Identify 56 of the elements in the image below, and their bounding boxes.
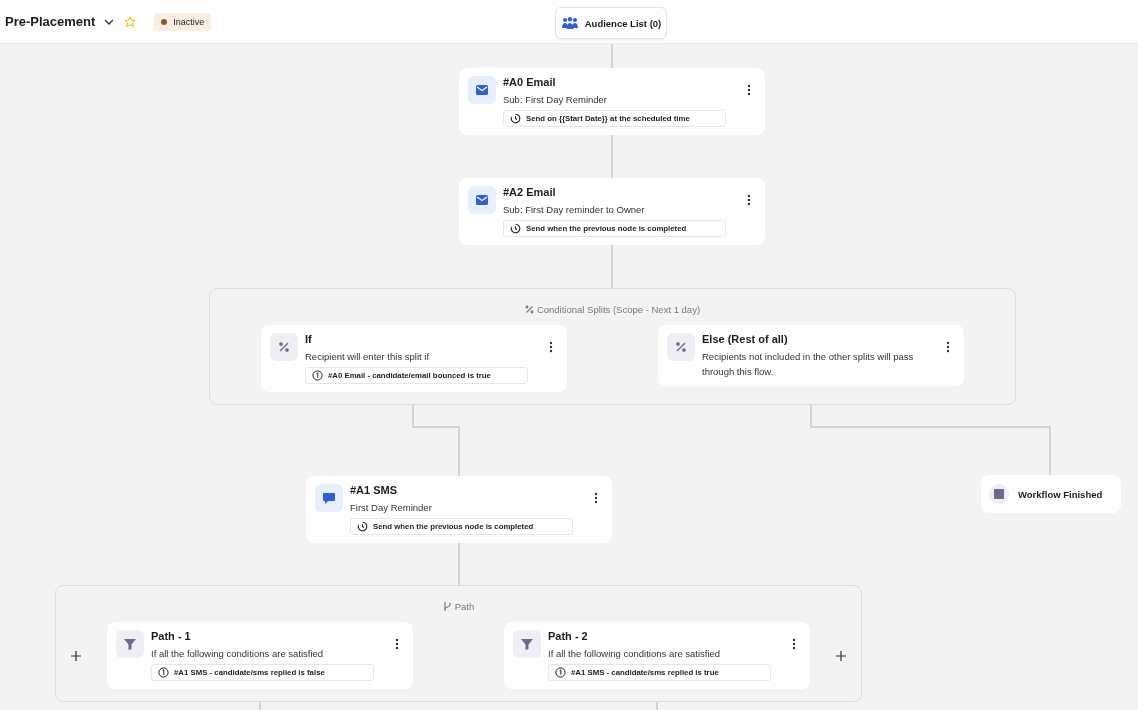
workflow-title: Pre-Placement [5, 14, 96, 29]
node-subtitle: If all the following conditions are satisfied [151, 647, 325, 661]
people-icon [560, 16, 579, 30]
node-title: Path - 1 [151, 630, 192, 643]
numbered-circle-icon [158, 667, 169, 678]
timer-icon [510, 113, 521, 124]
branch-icon [442, 600, 452, 612]
node-title: If [305, 333, 313, 346]
node-title: Workflow Finished [1018, 488, 1103, 500]
funnel-icon [520, 637, 534, 651]
timer-icon [510, 223, 521, 234]
node-title: Else (Rest of all) [702, 333, 789, 346]
funnel-icon [123, 637, 137, 651]
more-options-icon[interactable] [946, 341, 950, 353]
add-icon[interactable] [836, 650, 846, 661]
group-title: Path [454, 600, 475, 612]
connector-line [458, 542, 460, 586]
add-icon[interactable] [71, 650, 81, 661]
node-subtitle: If all the following conditions are satisfied [548, 647, 722, 661]
chat-bubble-icon [322, 491, 336, 505]
node-title: #A2 Email [503, 186, 557, 199]
percent-icon [278, 341, 290, 353]
connector-line [656, 701, 658, 710]
percent-icon [524, 304, 534, 314]
connector-line [611, 44, 613, 69]
star-icon[interactable] [124, 15, 137, 28]
node-title: #A1 SMS [350, 484, 399, 497]
node-card[interactable]: Else (Rest of all) Recipients not included in the other splits will pass through this flow. [658, 325, 964, 386]
workflow-finished-node[interactable]: Workflow Finished [981, 475, 1121, 513]
node-subtitle: First Day Reminder [350, 501, 433, 515]
node-subtitle: Sub: First Day reminder to Owner [503, 203, 646, 217]
stop-square-icon [994, 489, 1004, 499]
node-title: Path - 2 [548, 630, 589, 643]
numbered-circle-icon [555, 667, 566, 678]
connector-line [611, 134, 613, 179]
audience-list-button[interactable]: Audience List (0) [555, 7, 667, 39]
status-label: Inactive [173, 16, 205, 27]
envelope-icon [475, 194, 489, 206]
more-options-icon[interactable] [395, 638, 399, 650]
more-options-icon[interactable] [594, 492, 598, 504]
connector-line [259, 701, 261, 710]
node-subtitle: Sub: First Day Reminder [503, 93, 608, 107]
more-options-icon[interactable] [747, 194, 751, 206]
chevron-down-icon[interactable] [104, 18, 115, 25]
numbered-circle-icon [312, 370, 323, 381]
percent-icon [675, 341, 687, 353]
group-title: Conditional Splits (Scope - Next 1 day) [536, 303, 701, 315]
connector-line [611, 244, 613, 289]
more-options-icon[interactable] [747, 84, 751, 96]
more-options-icon[interactable] [549, 341, 553, 353]
envelope-icon [475, 84, 489, 96]
node-subtitle: Recipient will enter this split if [305, 350, 431, 364]
more-options-icon[interactable] [792, 638, 796, 650]
node-title: #A0 Email [503, 76, 557, 89]
timer-icon [357, 521, 368, 532]
node-subtitle: Recipients not included in the other splits will pass through this flow. [702, 350, 915, 379]
